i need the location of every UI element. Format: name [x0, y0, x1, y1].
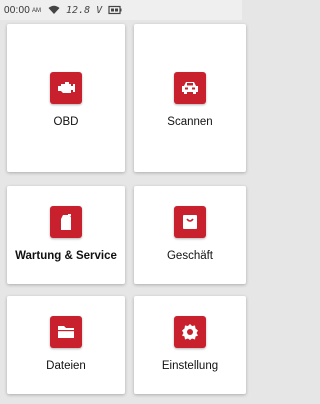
gear-icon: [174, 316, 206, 348]
shopping-bag-icon: [174, 206, 206, 238]
engine-icon: [50, 72, 82, 104]
status-voltage: 12.8 V: [66, 4, 103, 16]
tile-dateien-label: Dateien: [46, 360, 86, 372]
tile-einstellung-label: Einstellung: [161, 360, 219, 372]
tile-obd[interactable]: OBD: [7, 24, 125, 172]
tile-scannen-label: Scannen: [167, 116, 213, 128]
tile-dateien[interactable]: Dateien: [7, 296, 125, 394]
tile-scannen[interactable]: Scannen: [134, 24, 246, 172]
tile-obd-label: OBD: [53, 116, 79, 128]
status-ampm: AM: [32, 8, 42, 14]
tile-wartung[interactable]: Wartung & Service: [7, 186, 125, 284]
tile-wartung-label: Wartung & Service: [15, 250, 117, 262]
car-icon: [174, 72, 206, 104]
status-time: 00:00: [4, 4, 31, 16]
folder-icon: [50, 316, 82, 348]
tile-geschaeft[interactable]: Geschäft: [134, 186, 246, 284]
status-bar: 00:00 AM 12.8 V: [0, 0, 242, 20]
wifi-icon: [48, 5, 60, 15]
battery-icon: [108, 5, 122, 15]
app-grid: OBD Scannen Wartung & Service Geschäft D…: [0, 20, 246, 404]
oil-can-icon: [50, 206, 82, 238]
tile-geschaeft-label: Geschäft: [166, 250, 214, 262]
tile-einstellung[interactable]: Einstellung: [134, 296, 246, 394]
